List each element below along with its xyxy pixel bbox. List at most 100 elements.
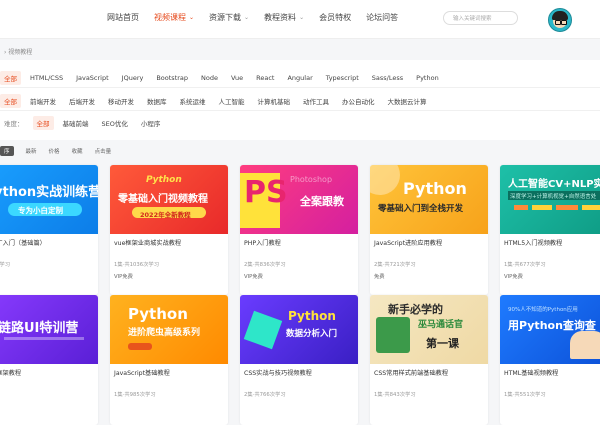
course-thumbnail: PS Photoshop 全案跟教 [240, 165, 358, 234]
filter-cat-ops[interactable]: 系统运维 [180, 96, 206, 106]
course-price: VIP免费 [114, 274, 133, 280]
thumb-subtitle: 零基础入门到全栈开发 [378, 204, 464, 214]
filter-lang-all[interactable]: 全部 [0, 71, 21, 85]
course-meta: 1集·共677次学习 [504, 262, 546, 268]
filter-lang-bootstrap[interactable]: Bootstrap [156, 74, 188, 82]
filter-lang-javascript[interactable]: JavaScript [76, 74, 109, 82]
course-card[interactable]: Python 数据分析入门 CSS实战与技巧视频教程 2集·共766次学习 [240, 295, 358, 425]
nav-downloads[interactable]: 资源下载 ⌄ [209, 12, 249, 23]
filter-level-basic-frontend[interactable]: 基础前端 [63, 118, 89, 128]
filter-level-all[interactable]: 全部 [32, 116, 54, 130]
sort-price[interactable]: 价格 [49, 147, 60, 155]
thumb-title: 零基础入门视频教程 [118, 194, 208, 205]
course-thumbnail: 90%人不知道的Python应用 用Python查询查 [500, 295, 600, 364]
course-title[interactable]: HTML基础视频教程 [504, 368, 558, 377]
filter-cat-tools[interactable]: 动作工具 [303, 96, 329, 106]
course-title[interactable]: 实战广入门（基础篇） [0, 238, 46, 247]
thumb-mid: 巫马通话官 [418, 320, 464, 330]
course-title[interactable]: 前端框架教程 [0, 368, 21, 377]
filter-lang-html-css[interactable]: HTML/CSS [30, 74, 63, 82]
filter-lang-vue[interactable]: Vue [231, 74, 243, 82]
course-price: 免费 [374, 274, 385, 280]
course-meta: 1集·共843次学习 [374, 392, 416, 398]
course-card[interactable]: PS Photoshop 全案跟教 PHP入门教程 2集·共836次学习 VIP… [240, 165, 358, 295]
course-thumbnail: 链路UI特训营 [0, 295, 98, 364]
filter-row-category: 全部 前端开发 后端开发 移动开发 数据库 系统运维 人工智能 计算机基础 动作… [0, 94, 427, 108]
filter-lang-python[interactable]: Python [416, 74, 439, 82]
search-input[interactable]: 输入关键词搜索 [443, 11, 518, 25]
filter-divider [0, 87, 600, 88]
nav-video-courses-label: 视频课程 [154, 13, 186, 22]
thumb-tag [556, 205, 578, 210]
nav-tutorials[interactable]: 教程资料 ⌄ [264, 12, 304, 23]
thumb-cube [243, 310, 283, 350]
sort-newest[interactable]: 最新 [26, 147, 37, 155]
course-title[interactable]: JavaScript基础教程 [114, 368, 170, 377]
course-card[interactable]: 新手必学的 巫马通话官 第一课 CSS常用样式前端基础教程 1集·共843次学习 [370, 295, 488, 425]
thumb-subtitle: 数据分析入门 [286, 329, 338, 339]
course-card[interactable]: Python 零基础入门到全栈开发 JavaScript进阶应用教程 2集·共7… [370, 165, 488, 295]
thumb-tag [532, 205, 552, 210]
course-title[interactable]: CSS常用样式前端基础教程 [374, 368, 448, 377]
nav-video-courses[interactable]: 视频课程 ⌄ [154, 12, 194, 23]
course-card[interactable]: 90%人不知道的Python应用 用Python查询查 HTML基础视频教程 1… [500, 295, 600, 425]
filter-lang-angular[interactable]: Angular [287, 74, 312, 82]
thumb-title: 人工智能CV+NLP实战 [508, 179, 600, 190]
nav-forum-label: 论坛问答 [366, 13, 399, 22]
top-header: 网站首页 视频课程 ⌄ 资源下载 ⌄ 教程资料 ⌄ 会员特权 论坛问答 输入关键词搜索 [0, 0, 600, 39]
thumb-title: Python [403, 179, 467, 198]
course-title[interactable]: HTML5入门视频教程 [504, 238, 562, 247]
filter-lang-sass-less[interactable]: Sass/Less [372, 74, 403, 82]
filter-lang-react[interactable]: React [256, 74, 274, 82]
course-meta: 2集·共721次学习 [374, 262, 416, 268]
filter-panel: 全部 HTML/CSS JavaScript JQuery Bootstrap … [0, 60, 600, 140]
course-meta: 470次学习 [0, 262, 11, 268]
course-card[interactable]: Python 进阶爬虫高级系列 JavaScript基础教程 1集·共985次学… [110, 295, 228, 425]
filter-cat-cs-basics[interactable]: 计算机基础 [258, 96, 291, 106]
course-card[interactable]: 链路UI特训营 前端框架教程 [0, 295, 98, 425]
sort-favorites[interactable]: 收藏 [72, 147, 83, 155]
filter-cat-bigdata[interactable]: 大数据云计算 [388, 96, 427, 106]
thumb-title: 新手必学的 [388, 303, 443, 316]
course-card[interactable]: Python 零基础入门视频教程 2022年全新教程 vue框架业商城实战教程 … [110, 165, 228, 295]
filter-cat-all[interactable]: 全部 [0, 94, 21, 108]
course-card[interactable]: ython实战训练营 专为小白定制 实战广入门（基础篇） 470次学习 [0, 165, 98, 295]
thumb-decoration [370, 165, 400, 195]
thumb-tag [514, 205, 528, 210]
filter-level-seo[interactable]: SEO优化 [102, 118, 128, 128]
course-card[interactable]: 人工智能CV+NLP实战 深度学习+计算机视觉+自然语言处 HTML5入门视频教… [500, 165, 600, 295]
filter-level-miniprogram[interactable]: 小程序 [141, 118, 161, 128]
filter-cat-backend[interactable]: 后端开发 [69, 96, 95, 106]
filter-divider [0, 110, 600, 111]
filter-lang-jquery[interactable]: JQuery [122, 74, 144, 82]
filter-level-label: 难度： [4, 120, 24, 128]
chevron-down-icon: ⌄ [299, 14, 305, 21]
course-meta: 2集·共836次学习 [244, 262, 286, 268]
nav-tutorials-label: 教程资料 [264, 13, 297, 22]
filter-lang-node[interactable]: Node [201, 74, 218, 82]
avatar[interactable] [548, 8, 572, 32]
avatar-hair [552, 11, 568, 20]
chevron-down-icon: ⌄ [244, 14, 250, 21]
nav-vip[interactable]: 会员特权 [319, 12, 351, 23]
filter-cat-database[interactable]: 数据库 [147, 96, 167, 106]
sort-clicks[interactable]: 点击量 [95, 147, 112, 155]
course-title[interactable]: PHP入门教程 [244, 238, 281, 247]
breadcrumb[interactable]: › 视频教程 [4, 47, 32, 56]
course-title[interactable]: JavaScript进阶应用教程 [374, 238, 442, 247]
filter-cat-office[interactable]: 办公自动化 [342, 96, 375, 106]
thumb-top: 90%人不知道的Python应用 [508, 307, 578, 313]
course-title[interactable]: CSS实战与技巧视频教程 [244, 368, 312, 377]
nav-home[interactable]: 网站首页 [107, 12, 139, 23]
thumb-badge [128, 343, 152, 350]
nav-home-label: 网站首页 [107, 13, 139, 22]
filter-cat-ai[interactable]: 人工智能 [219, 96, 245, 106]
thumb-title: Python [288, 309, 336, 323]
filter-lang-typescript[interactable]: Typescript [326, 74, 359, 82]
course-title[interactable]: vue框架业商城实战教程 [114, 238, 181, 247]
filter-cat-frontend[interactable]: 前端开发 [30, 96, 56, 106]
nav-forum[interactable]: 论坛问答 [366, 12, 398, 23]
filter-cat-mobile[interactable]: 移动开发 [108, 96, 134, 106]
course-thumbnail: Python 零基础入门视频教程 2022年全新教程 [110, 165, 228, 234]
sort-default[interactable]: 序 [0, 146, 14, 156]
